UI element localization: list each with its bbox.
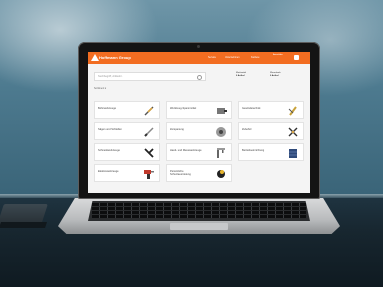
notebook-spine <box>0 222 47 228</box>
category-label: Bohrwerkzeuge <box>98 107 117 110</box>
category-label: Schneidwerkzeuge <box>98 149 120 152</box>
breadcrumb-label: Sortiment <box>94 87 105 90</box>
brand-logo-icon[interactable] <box>91 54 99 61</box>
brand-name[interactable]: Hoffmann Group <box>99 54 131 62</box>
category-card[interactable]: Schneidwerkzeuge <box>94 143 160 161</box>
category-label: Sägen und Schleifen <box>98 128 122 131</box>
site-header: Hoffmann Group Service Unternehmen Karri… <box>88 52 310 64</box>
wishlist-box[interactable]: Merkzettel 0 Artikel <box>236 72 246 81</box>
category-label: Hand- und Messwerkzeuge <box>170 149 202 152</box>
gloves-icon <box>217 170 225 178</box>
cart-box[interactable]: Warenkorb 0 Artikel <box>270 72 281 81</box>
key-row <box>92 211 306 214</box>
drill-bit-icon <box>144 106 154 116</box>
search-input[interactable]: Suchbegriff, Artikelnr. <box>94 72 206 81</box>
category-card[interactable]: Elektrowerkzeuge <box>94 164 160 182</box>
category-card[interactable]: Werkzeug-Spannmittel <box>166 101 232 119</box>
category-label: Elektrowerkzeuge <box>98 170 119 173</box>
category-card[interactable]: Sägen und Schleifen <box>94 122 160 140</box>
category-card[interactable]: Hand- und Messwerkzeuge <box>166 143 232 161</box>
category-card[interactable]: Persönliche Schutzausrüstung <box>166 164 232 182</box>
category-label: Gewindetechnik <box>242 107 261 110</box>
laptop-keyboard <box>88 201 310 221</box>
category-card[interactable]: Zerspanung <box>166 122 232 140</box>
search-icon[interactable] <box>197 75 202 80</box>
category-card[interactable]: Gewindetechnik <box>238 101 304 119</box>
key-row <box>92 203 306 206</box>
cabinet-icon <box>289 149 297 158</box>
key-row <box>92 215 306 218</box>
wishlist-value: 0 Artikel <box>236 75 245 77</box>
nav-link[interactable]: Unternehmen <box>225 55 240 61</box>
category-card[interactable]: Zubehör <box>238 122 304 140</box>
category-grid: Bohrwerkzeuge Werkzeug-Spannmittel Gewin… <box>94 101 304 182</box>
webcam <box>197 45 200 48</box>
power-drill-icon <box>144 170 154 179</box>
key-row <box>92 207 306 210</box>
tap-icon <box>288 106 297 116</box>
chevron-down-icon: ▾ <box>104 87 107 90</box>
search-placeholder: Suchbegriff, Artikelnr. <box>98 75 123 78</box>
nav-link[interactable]: Service <box>208 55 216 61</box>
category-label: Zubehör <box>242 128 252 131</box>
chuck-icon <box>217 108 227 114</box>
category-label: Persönliche Schutzausrüstung <box>170 170 191 177</box>
cart-value: 0 Artikel <box>270 75 279 77</box>
category-label: Zerspanung <box>170 128 184 131</box>
milling-cutter-icon <box>216 127 226 137</box>
category-label: Werkzeug-Spannmittel <box>170 107 197 110</box>
nav-link[interactable]: Karriere <box>251 55 260 61</box>
disc-icon <box>288 127 298 137</box>
cart-icon[interactable] <box>294 55 299 60</box>
saw-blade-icon <box>144 127 154 137</box>
trackpad <box>170 223 228 230</box>
vernier-caliper-icon <box>217 148 225 158</box>
category-card[interactable]: Betriebseinrichtung <box>238 143 304 161</box>
laptop-lid: Hoffmann Group Service Unternehmen Karri… <box>78 42 320 199</box>
login-link[interactable]: Anmelden <box>273 54 285 57</box>
category-label: Betriebseinrichtung <box>242 149 265 152</box>
laptop-screen: Hoffmann Group Service Unternehmen Karri… <box>88 52 310 193</box>
pliers-icon <box>144 148 154 158</box>
category-card[interactable]: Bohrwerkzeuge <box>94 101 160 119</box>
breadcrumb[interactable]: Sortiment ▾ <box>94 87 106 91</box>
